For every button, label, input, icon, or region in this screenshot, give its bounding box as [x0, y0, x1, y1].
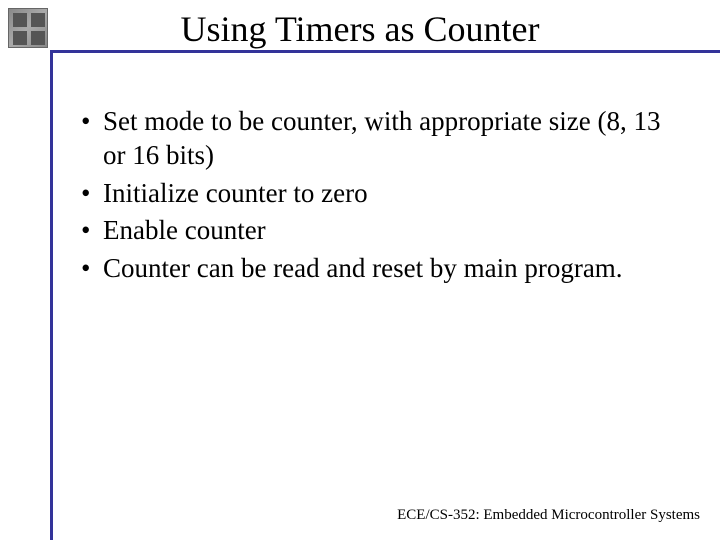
slide-container: Using Timers as Counter Set mode to be c…: [0, 0, 720, 540]
bullet-list: Set mode to be counter, with appropriate…: [75, 105, 680, 286]
horizontal-divider: [50, 50, 720, 53]
bullet-item: Set mode to be counter, with appropriate…: [75, 105, 680, 173]
bullet-item: Counter can be read and reset by main pr…: [75, 252, 680, 286]
bullet-item: Enable counter: [75, 214, 680, 248]
slide-footer: ECE/CS-352: Embedded Microcontroller Sys…: [397, 507, 700, 524]
slide-title: Using Timers as Counter: [0, 8, 720, 50]
bullet-item: Initialize counter to zero: [75, 177, 680, 211]
slide-content: Set mode to be counter, with appropriate…: [75, 105, 680, 290]
vertical-divider: [50, 50, 53, 540]
